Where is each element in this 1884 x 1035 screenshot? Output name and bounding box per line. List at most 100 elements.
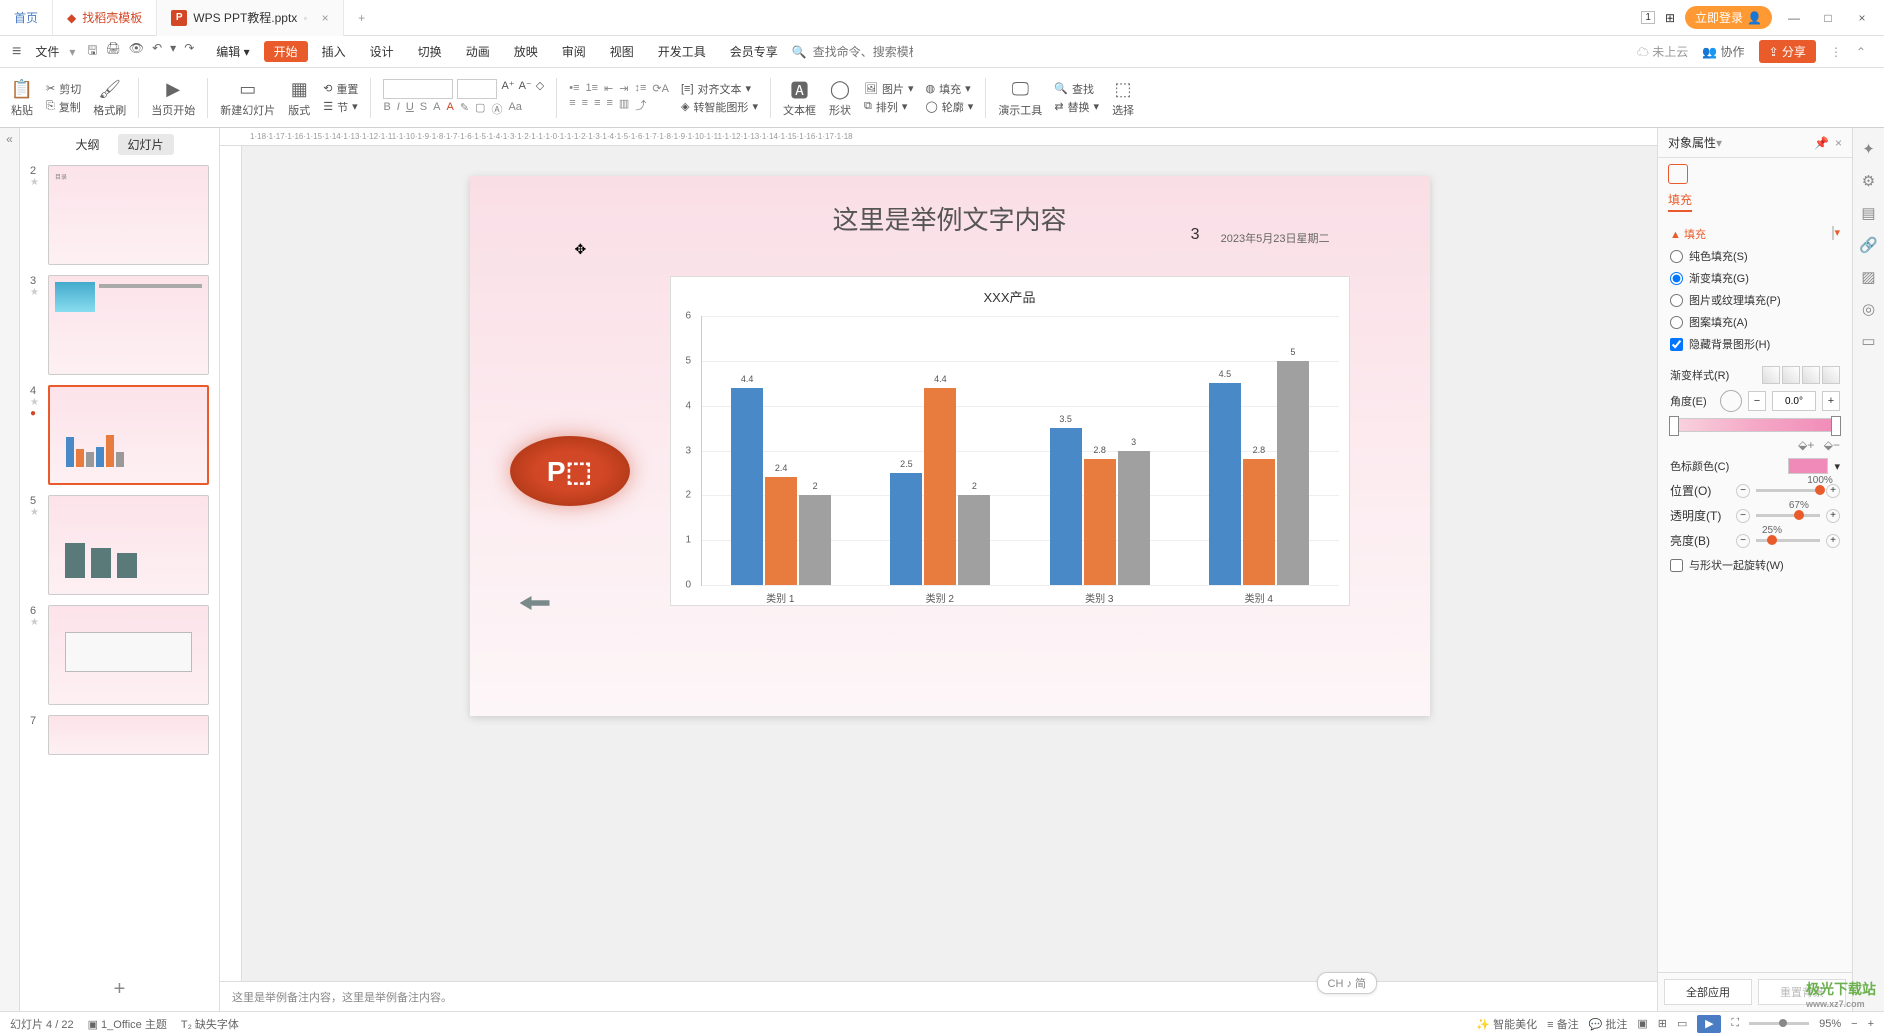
status-beautify[interactable]: ✨ 智能美化 — [1476, 1016, 1537, 1032]
from-current-button[interactable]: ▶ 当页开始 — [151, 78, 195, 118]
menu-review[interactable]: 审阅 — [552, 43, 596, 60]
slide-thumb-3[interactable]: 3★ — [30, 275, 209, 375]
bullets-icon[interactable]: •≡ — [569, 82, 579, 95]
grad-style-2[interactable] — [1782, 366, 1800, 384]
paste-button[interactable]: 📋 粘贴 — [10, 78, 34, 118]
share-button[interactable]: ⇪ 分享 — [1759, 40, 1816, 63]
menu-expand-icon[interactable]: ⌃ — [1856, 45, 1866, 59]
rail-sparkle-icon[interactable]: ✦ — [1862, 140, 1875, 158]
fill-tab-icon[interactable] — [1668, 164, 1688, 184]
texture-fill-radio[interactable] — [1670, 294, 1683, 307]
rail-layout-icon[interactable]: ▤ — [1861, 204, 1875, 222]
status-theme[interactable]: ▣ 1_Office 主题 — [88, 1016, 167, 1032]
slide-list[interactable]: 2★ 目录 3★ 4★● 5★ 6★ 7 — [20, 161, 219, 968]
slide-thumb-2[interactable]: 2★ 目录 — [30, 165, 209, 265]
slide-thumb-7[interactable]: 7 — [30, 715, 209, 755]
copy-button[interactable]: ⎘复制 — [46, 99, 81, 115]
slide-thumb-4[interactable]: 4★● — [30, 385, 209, 485]
gradient-fill-radio[interactable] — [1670, 272, 1683, 285]
text-effects-icon[interactable]: Ⓐ — [491, 101, 502, 117]
highlight-icon[interactable]: ✎ — [460, 101, 469, 117]
layout-button[interactable]: ▦ 版式 — [287, 78, 311, 118]
font-size-input[interactable] — [457, 79, 497, 99]
picture-button[interactable]: 🖼图片 ▾ — [864, 81, 914, 97]
menu-design[interactable]: 设计 — [360, 43, 404, 60]
fill-preview-swatch[interactable] — [1832, 226, 1834, 240]
tab-outline[interactable]: 大纲 — [65, 134, 109, 155]
qat-print-icon[interactable]: 🖨 — [106, 41, 121, 62]
qat-save-icon[interactable]: 🖫 — [87, 41, 97, 62]
outline-button[interactable]: ◯轮廓 ▾ — [925, 99, 973, 115]
angle-inc[interactable]: + — [1822, 391, 1840, 411]
align-center-icon[interactable]: ≡ — [582, 97, 588, 113]
transparency-thumb[interactable] — [1794, 510, 1804, 520]
transparency-slider[interactable]: 67% — [1756, 514, 1820, 517]
pattern-fill-radio[interactable] — [1670, 316, 1683, 329]
slide-thumb-6[interactable]: 6★ — [30, 605, 209, 705]
status-missing-font[interactable]: T₂ 缺失字体 — [181, 1016, 239, 1032]
change-case-icon[interactable]: Aa — [508, 101, 521, 117]
tab-add-button[interactable]: + — [344, 11, 380, 25]
stop-color-swatch[interactable] — [1788, 458, 1828, 474]
menu-slideshow[interactable]: 放映 — [504, 43, 548, 60]
qat-redo-icon[interactable]: ↷ — [184, 41, 194, 62]
sans-icon[interactable]: A — [433, 101, 440, 117]
menu-start[interactable]: 开始 — [264, 41, 308, 62]
reset-button[interactable]: ⟲重置 — [323, 81, 358, 97]
status-comments-button[interactable]: 💬 批注 — [1589, 1016, 1628, 1032]
position-slider[interactable]: 100% — [1756, 489, 1820, 492]
columns-icon[interactable]: ▥ — [619, 97, 629, 113]
brightness-thumb[interactable] — [1767, 535, 1777, 545]
command-search-input[interactable] — [813, 45, 913, 59]
rail-link-icon[interactable]: 🔗 — [1859, 236, 1878, 254]
login-button[interactable]: 立即登录 👤 — [1685, 6, 1772, 29]
slideshow-button[interactable]: ▶ — [1697, 1015, 1721, 1033]
underline-icon[interactable]: U — [406, 101, 414, 117]
zoom-inc-icon[interactable]: + — [1868, 1018, 1874, 1030]
arrow-left-shape[interactable] — [520, 596, 550, 610]
pin-icon[interactable]: 📌 — [1814, 136, 1829, 150]
tab-slides[interactable]: 幻灯片 — [118, 134, 174, 155]
rotate-with-shape-checkbox[interactable] — [1670, 559, 1683, 572]
apply-all-button[interactable]: 全部应用 — [1664, 979, 1752, 1005]
gradient-stop-1[interactable] — [1669, 416, 1679, 436]
zoom-dec-icon[interactable]: − — [1851, 1018, 1857, 1030]
menu-insert[interactable]: 插入 — [312, 43, 356, 60]
view-sorter-icon[interactable]: ⊞ — [1658, 1017, 1667, 1030]
collapse-left-icon[interactable]: « — [0, 128, 20, 1011]
menu-devtools[interactable]: 开发工具 — [648, 43, 716, 60]
fill-tab[interactable]: 填充 — [1668, 191, 1692, 212]
menu-edit[interactable]: 编辑 ▾ — [206, 43, 259, 60]
zoom-thumb[interactable] — [1779, 1019, 1787, 1027]
align-text-button[interactable]: [≡]对齐文本 ▾ — [681, 81, 758, 97]
menu-transition[interactable]: 切换 — [408, 43, 452, 60]
font-name-input[interactable] — [383, 79, 453, 99]
new-slide-button[interactable]: ▭ 新建幻灯片 — [220, 78, 275, 118]
rail-image-icon[interactable]: ▨ — [1861, 268, 1875, 286]
brightness-inc[interactable]: + — [1826, 534, 1840, 548]
italic-icon[interactable]: I — [397, 101, 400, 117]
indent-dec-icon[interactable]: ⇤ — [604, 82, 613, 95]
zoom-slider[interactable] — [1749, 1022, 1809, 1025]
remove-stop-icon[interactable]: ⬙− — [1824, 438, 1840, 452]
textbox-button[interactable]: 🅰 文本框 — [783, 78, 816, 118]
minimize-button[interactable]: — — [1782, 11, 1806, 25]
menu-member[interactable]: 会员专享 — [720, 43, 788, 60]
fit-icon[interactable]: ⛶ — [1731, 1017, 1739, 1030]
transparency-inc[interactable]: + — [1826, 509, 1840, 523]
tab-close-icon[interactable]: × — [322, 11, 329, 25]
section-button[interactable]: ☰节 ▾ — [323, 99, 358, 115]
view-normal-icon[interactable]: ▣ — [1637, 1017, 1647, 1030]
ime-badge[interactable]: CH ♪ 简 — [1317, 972, 1378, 994]
notes-area[interactable]: 这里是举例备注内容，这里是举例备注内容。 CH ♪ 简 — [220, 981, 1657, 1011]
vert-top-icon[interactable]: ⤴ — [635, 97, 646, 113]
gradient-stop-2[interactable] — [1831, 416, 1841, 436]
menu-view[interactable]: 视图 — [600, 43, 644, 60]
zoom-value[interactable]: 95% — [1819, 1018, 1841, 1030]
hide-bg-checkbox[interactable] — [1670, 338, 1683, 351]
shapes-button[interactable]: ◯ 形状 — [828, 78, 852, 118]
angle-dec[interactable]: − — [1748, 391, 1766, 411]
rail-settings-icon[interactable]: ⚙ — [1862, 172, 1875, 190]
position-dec[interactable]: − — [1736, 484, 1750, 498]
maximize-button[interactable]: □ — [1816, 11, 1840, 25]
